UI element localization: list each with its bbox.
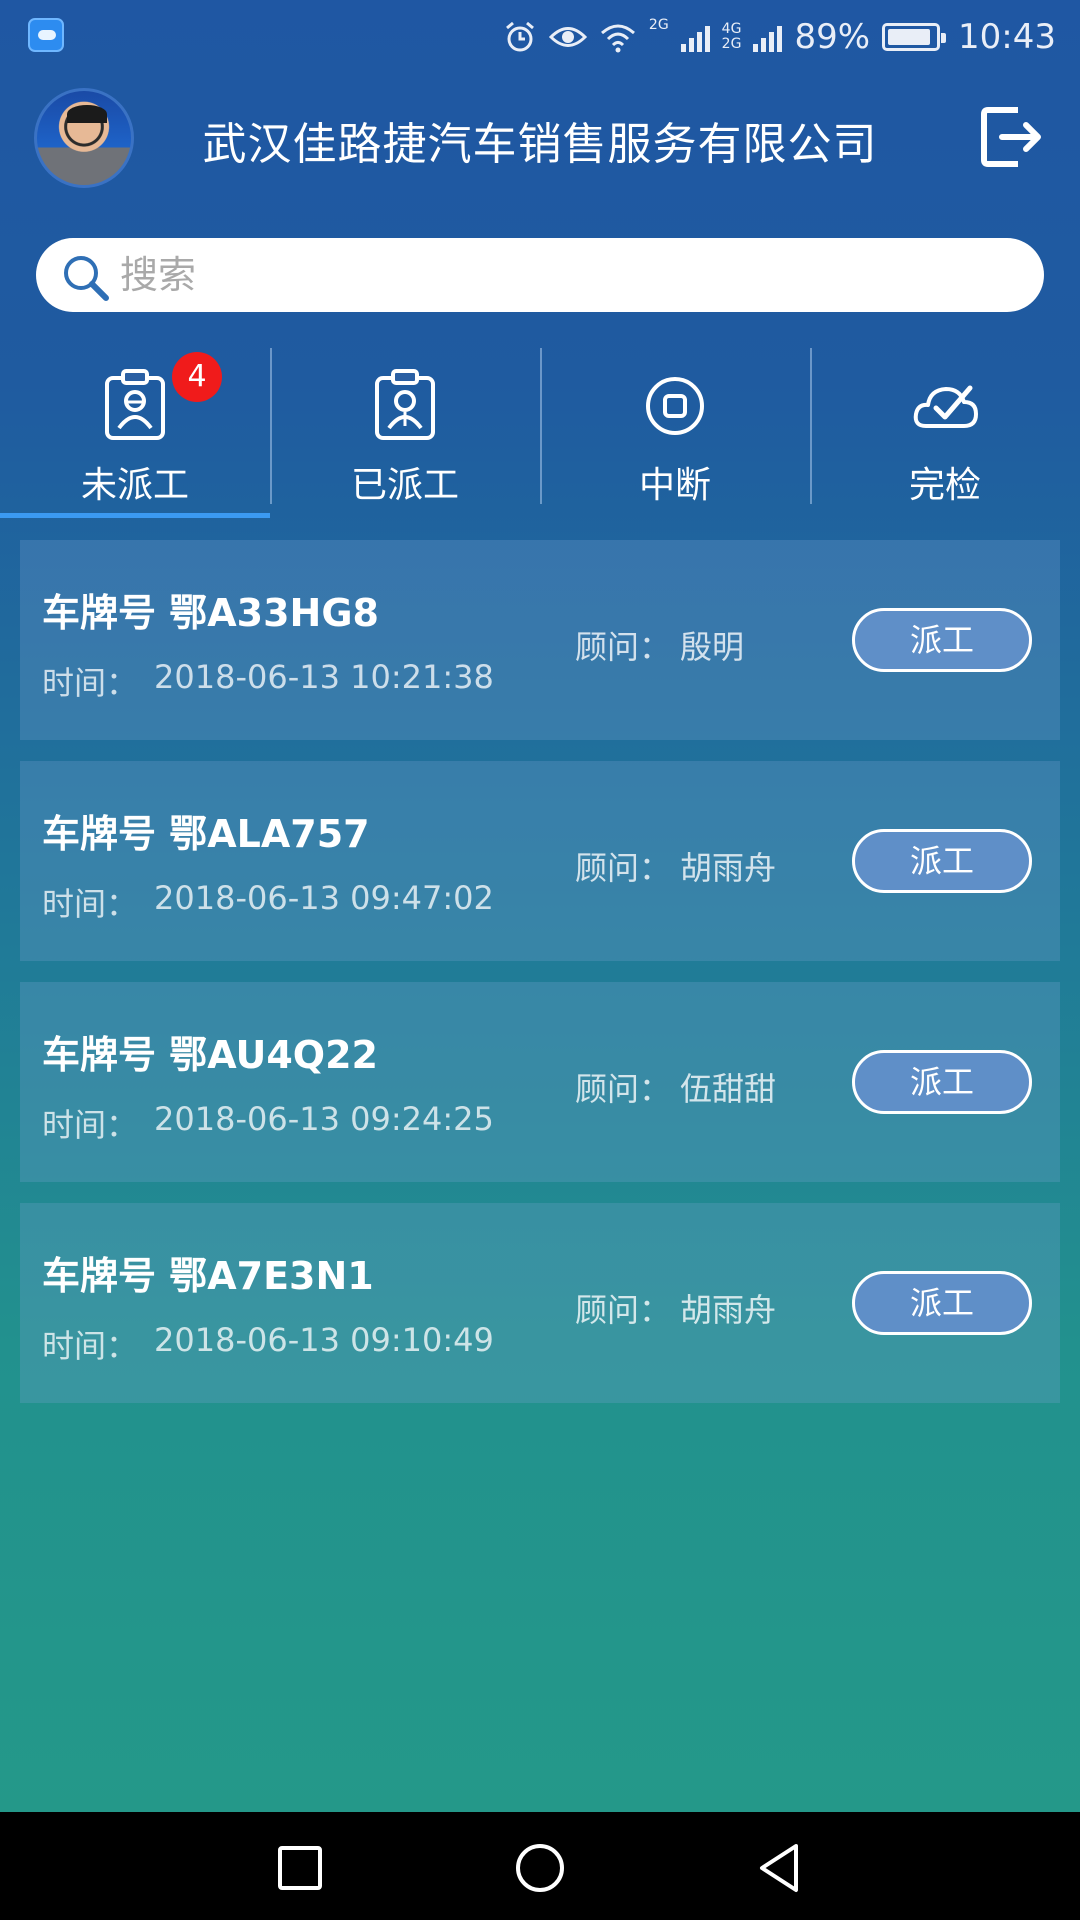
page-title: 武汉佳路捷汽车销售服务有限公司 (202, 119, 878, 170)
time-value: 2018-06-13 09:10:49 (154, 1321, 494, 1359)
list-item[interactable]: 车牌号 鄂AU4Q22 时间： 2018-06-13 09:24:25 顾问： … (20, 982, 1060, 1182)
time-label: 时间： (42, 1327, 139, 1365)
tab-label: 未派工 (80, 465, 189, 506)
clipboard-user-icon (375, 369, 435, 440)
tab-label: 完检 (908, 465, 981, 506)
time-label: 时间： (42, 885, 139, 923)
navigation-bar (0, 1812, 1080, 1920)
time-label: 时间： (42, 1106, 139, 1144)
advisor-name: 胡雨舟 (680, 849, 777, 887)
cloud-app-icon (28, 18, 64, 52)
advisor-name: 胡雨舟 (680, 1291, 777, 1329)
time-value: 2018-06-13 10:21:38 (154, 658, 494, 696)
dispatch-button[interactable]: 派工 (852, 608, 1032, 672)
network-type-1: 2G (648, 17, 669, 33)
alarm-icon (505, 21, 534, 52)
signal-icon-2 (753, 22, 783, 52)
plate-number: 车牌号 鄂A7E3N1 (42, 1254, 374, 1298)
stop-icon (646, 377, 704, 435)
order-list: 车牌号 鄂A33HG8 时间： 2018-06-13 10:21:38 顾问： … (20, 540, 1060, 1424)
signal-icon (680, 22, 710, 52)
battery-icon (882, 23, 947, 51)
advisor-label: 顾问： (575, 628, 672, 666)
list-item[interactable]: 车牌号 鄂A33HG8 时间： 2018-06-13 10:21:38 顾问： … (20, 540, 1060, 740)
search-input[interactable] (120, 238, 1000, 312)
advisor-name: 伍甜甜 (680, 1070, 777, 1108)
tab-dispatched[interactable]: 已派工 (270, 348, 540, 520)
tab-badge: 4 (172, 352, 222, 402)
clock: 10:43 (958, 17, 1056, 57)
back-icon[interactable] (752, 1840, 808, 1896)
network-type-2-top: 4G (721, 21, 742, 37)
dispatch-button[interactable]: 派工 (852, 1050, 1032, 1114)
network-type-2-bottom: 2G (721, 36, 742, 52)
plate-number: 车牌号 鄂AU4Q22 (42, 1033, 378, 1077)
active-tab-indicator (0, 513, 270, 518)
status-tabs: 4 未派工 已派工 中断 完检 (0, 348, 1080, 520)
search-icon (64, 256, 109, 301)
cloud-check-icon (913, 385, 978, 428)
dispatch-button[interactable]: 派工 (852, 829, 1032, 893)
recent-apps-icon[interactable] (272, 1840, 328, 1896)
tab-label: 已派工 (350, 465, 459, 506)
tab-undispatched[interactable]: 4 未派工 (0, 348, 270, 520)
home-icon[interactable] (512, 1840, 568, 1896)
advisor-label: 顾问： (575, 1070, 672, 1108)
plate-number: 车牌号 鄂A33HG8 (42, 591, 379, 635)
logout-icon[interactable] (978, 104, 1044, 170)
plate-number: 车牌号 鄂ALA757 (42, 812, 370, 856)
tab-label: 中断 (638, 465, 711, 506)
list-item[interactable]: 车牌号 鄂A7E3N1 时间： 2018-06-13 09:10:49 顾问： … (20, 1203, 1060, 1403)
dispatch-button[interactable]: 派工 (852, 1271, 1032, 1335)
search-bar[interactable] (36, 238, 1044, 312)
advisor-label: 顾问： (575, 849, 672, 887)
time-value: 2018-06-13 09:24:25 (154, 1100, 494, 1138)
status-bar: 2G 4G 2G 89% 10:43 (0, 0, 1080, 74)
time-label: 时间： (42, 664, 139, 702)
clipboard-user-icon (105, 369, 165, 440)
advisor-label: 顾问： (575, 1291, 672, 1329)
eye-icon (548, 27, 587, 47)
time-value: 2018-06-13 09:47:02 (154, 879, 494, 917)
network-type-2: 4G 2G (722, 22, 742, 52)
advisor-name: 殷明 (680, 628, 745, 666)
avatar[interactable] (34, 88, 134, 188)
tab-completed[interactable]: 完检 (810, 348, 1080, 520)
list-item[interactable]: 车牌号 鄂ALA757 时间： 2018-06-13 09:47:02 顾问： … (20, 761, 1060, 961)
wifi-icon (600, 24, 635, 53)
battery-percent: 89% (794, 17, 871, 57)
status-indicators: 2G 4G 2G 89% 10:43 (503, 14, 1056, 60)
tab-interrupted[interactable]: 中断 (540, 348, 810, 520)
